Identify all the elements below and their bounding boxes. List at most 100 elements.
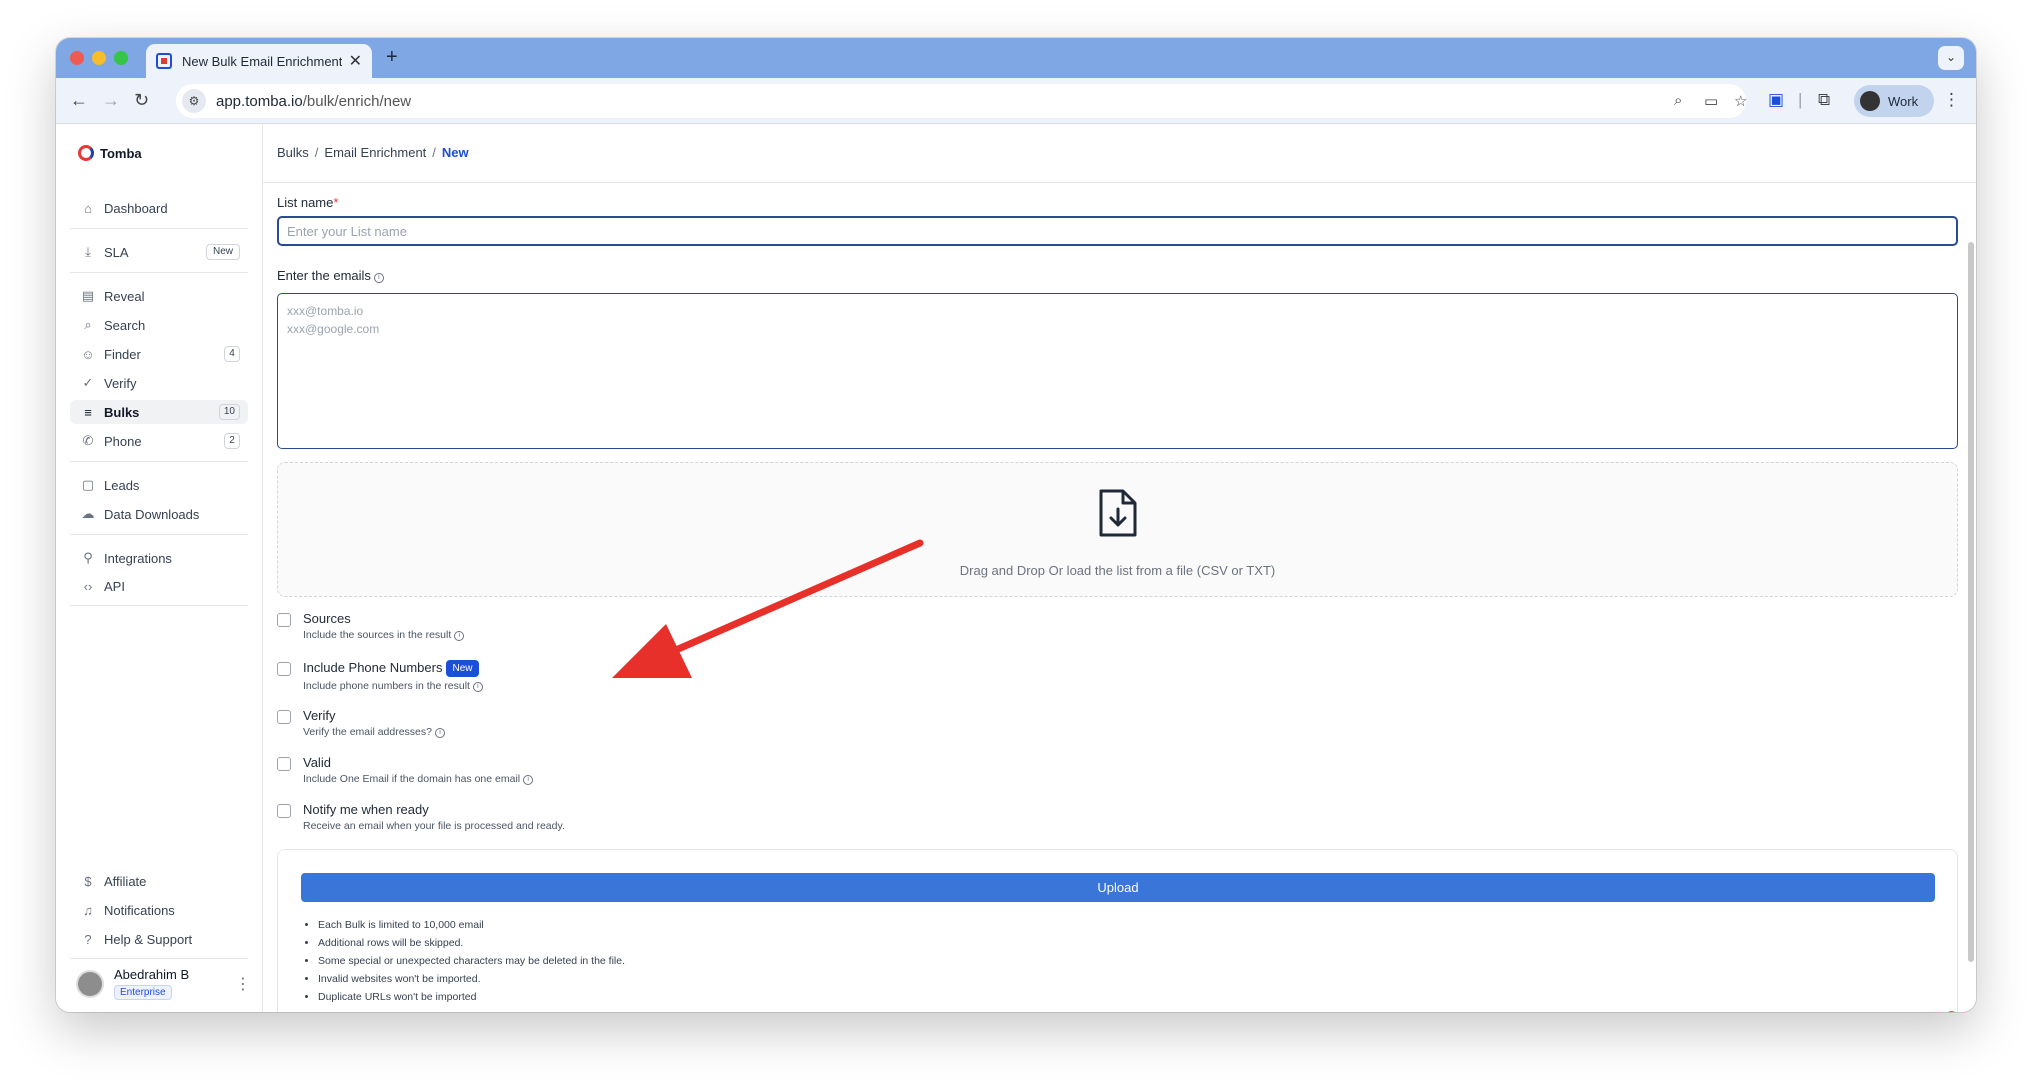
sidebar-item-label: Verify — [104, 375, 137, 391]
browser-window: New Bulk Email Enrichment | ✕ + ⌄ ← → ↻ … — [56, 38, 1976, 1012]
sidebar-item-finder[interactable]: ☺ Finder 4 — [70, 342, 248, 366]
sidebar-item-label: API — [104, 578, 125, 594]
sidebar-divider — [70, 605, 248, 606]
code-icon: ‹› — [83, 578, 93, 594]
sidebar: Tomba ⌂ Dashboard ⤓ SLA New ▤ Reveal ⌕ S… — [56, 125, 263, 1012]
upload-button[interactable]: Upload — [301, 873, 1935, 902]
reload-icon[interactable]: ↻ — [134, 90, 149, 111]
sidebar-item-bulks[interactable]: ≡ Bulks 10 — [70, 400, 248, 424]
sidebar-item-label: Search — [104, 317, 146, 333]
info-icon[interactable]: i — [523, 775, 534, 785]
option-title: Sources — [303, 611, 351, 626]
verify-checkbox[interactable] — [277, 710, 291, 724]
extensions-puzzle-icon[interactable]: ⧉ — [1818, 90, 1830, 110]
close-tab-icon[interactable]: ✕ — [349, 51, 362, 71]
minimize-window-button[interactable] — [92, 51, 106, 65]
search-icon: ⌕ — [84, 317, 92, 332]
option-title: Valid — [303, 755, 331, 770]
sidebar-item-reveal[interactable]: ▤ Reveal — [70, 284, 248, 308]
tab-search-button[interactable]: ⌄ — [1938, 46, 1964, 70]
dollar-icon: $ — [84, 873, 92, 889]
info-icon[interactable]: i — [454, 631, 465, 641]
sidebar-item-phone[interactable]: ✆ Phone 2 — [70, 429, 248, 453]
info-icon[interactable]: i — [434, 728, 445, 738]
browser-menu-icon[interactable]: ⋮ — [1943, 90, 1960, 110]
breadcrumb-current: New — [441, 145, 469, 160]
file-dropzone[interactable]: Drag and Drop Or load the list from a fi… — [277, 462, 1958, 597]
sources-checkbox[interactable] — [277, 613, 291, 627]
valid-checkbox[interactable] — [277, 757, 291, 771]
sidebar-item-data-downloads[interactable]: ☁ Data Downloads — [70, 502, 248, 526]
option-description: Receive an email when your file is proce… — [303, 820, 565, 832]
download-icon: ⤓ — [85, 244, 91, 259]
header-divider — [263, 182, 1976, 183]
file-user-icon: ▢ — [81, 477, 95, 492]
sidebar-item-notifications[interactable]: ♫ Notifications — [70, 898, 248, 922]
browser-toolbar: ← → ↻ ⚙ app.tomba.io/bulk/enrich/new ⌕ ▭… — [56, 78, 1976, 124]
sidebar-item-label: Phone — [104, 433, 142, 449]
new-badge: New — [446, 660, 479, 677]
user-menu-icon[interactable]: ⋮ — [235, 974, 251, 994]
list-name-label: List name* — [277, 195, 339, 210]
scrollbar-thumb[interactable] — [1968, 242, 1974, 962]
forward-arrow-icon[interactable]: → — [102, 90, 120, 111]
stack-icon: ≡ — [84, 404, 92, 420]
info-icon[interactable]: i — [373, 273, 384, 283]
emails-textarea[interactable] — [277, 293, 1958, 449]
sidebar-item-sla[interactable]: ⤓ SLA New — [70, 240, 248, 264]
sidebar-item-api[interactable]: ‹› API — [70, 574, 248, 598]
site-settings-icon[interactable]: ⚙ — [182, 89, 206, 113]
sidebar-item-leads[interactable]: ▢ Leads — [70, 473, 248, 497]
brand[interactable]: Tomba — [78, 145, 142, 161]
bell-icon: ♫ — [83, 902, 93, 918]
sidebar-divider — [70, 461, 248, 462]
count-badge: 10 — [218, 404, 240, 420]
option-description: Include the sources in the result i — [303, 629, 465, 641]
scrollbar[interactable] — [1966, 182, 1976, 1012]
user-card[interactable]: Abedrahim B Enterprise ⋮ — [76, 967, 251, 1000]
sidebar-item-label: Notifications — [104, 902, 175, 918]
notify-me-checkbox[interactable] — [277, 804, 291, 818]
extension-tomba-icon[interactable]: ▣ — [1768, 90, 1784, 110]
sidebar-item-dashboard[interactable]: ⌂ Dashboard — [70, 196, 248, 220]
zoom-icon[interactable]: ⌕ — [1674, 92, 1682, 109]
sidebar-divider — [70, 958, 248, 959]
sidebar-item-label: Leads — [104, 477, 140, 493]
new-tab-button[interactable]: + — [386, 46, 398, 69]
list-name-input[interactable] — [277, 216, 1958, 246]
install-app-icon[interactable]: ▭ — [1704, 92, 1718, 110]
back-arrow-icon[interactable]: ← — [70, 90, 88, 111]
sidebar-item-label: SLA — [104, 244, 129, 260]
close-window-button[interactable] — [70, 51, 84, 65]
breadcrumb-email-enrichment[interactable]: Email Enrichment — [324, 145, 426, 160]
sidebar-item-help-support[interactable]: ? Help & Support — [70, 927, 248, 951]
sidebar-item-integrations[interactable]: ⚲ Integrations — [70, 546, 248, 570]
browser-tab[interactable]: New Bulk Email Enrichment | ✕ — [146, 44, 372, 78]
new-badge: New — [205, 244, 240, 260]
list-item: Duplicate URLs won't be imported — [318, 988, 625, 1006]
tab-title: New Bulk Email Enrichment | — [182, 53, 342, 69]
plan-badge: Enterprise — [114, 985, 172, 1000]
upload-panel: Upload Each Bulk is limited to 10,000 em… — [277, 849, 1958, 1012]
maximize-window-button[interactable] — [114, 51, 128, 65]
list-item: Additional rows will be skipped. — [318, 934, 625, 952]
sidebar-item-label: Finder — [104, 346, 141, 362]
sidebar-item-verify[interactable]: ✓ Verify — [70, 371, 248, 395]
app-container: Tomba ⌂ Dashboard ⤓ SLA New ▤ Reveal ⌕ S… — [56, 125, 1976, 1012]
bookmark-star-icon[interactable]: ☆ — [1734, 92, 1747, 110]
info-icon[interactable]: i — [472, 682, 483, 692]
url-text[interactable]: app.tomba.io/bulk/enrich/new — [216, 93, 411, 110]
include-phone-numbers-checkbox[interactable] — [277, 662, 291, 676]
emails-label: Enter the emails i — [277, 268, 384, 283]
sidebar-item-label: Reveal — [104, 288, 145, 304]
sidebar-item-label: Integrations — [104, 550, 172, 566]
breadcrumb-bulks[interactable]: Bulks — [277, 145, 309, 160]
count-badge: 2 — [224, 433, 240, 449]
option-description: Include phone numbers in the result i — [303, 680, 483, 692]
profile-button[interactable]: Work — [1854, 85, 1934, 117]
sidebar-item-search[interactable]: ⌕ Search — [70, 313, 248, 337]
address-bar[interactable]: ⚙ app.tomba.io/bulk/enrich/new ⌕ ▭ ☆ — [176, 84, 1747, 118]
sidebar-item-affiliate[interactable]: $ Affiliate — [70, 869, 248, 893]
list-item: Some special or unexpected characters ma… — [318, 952, 625, 970]
toolbar-separator-icon: | — [1798, 90, 1803, 109]
